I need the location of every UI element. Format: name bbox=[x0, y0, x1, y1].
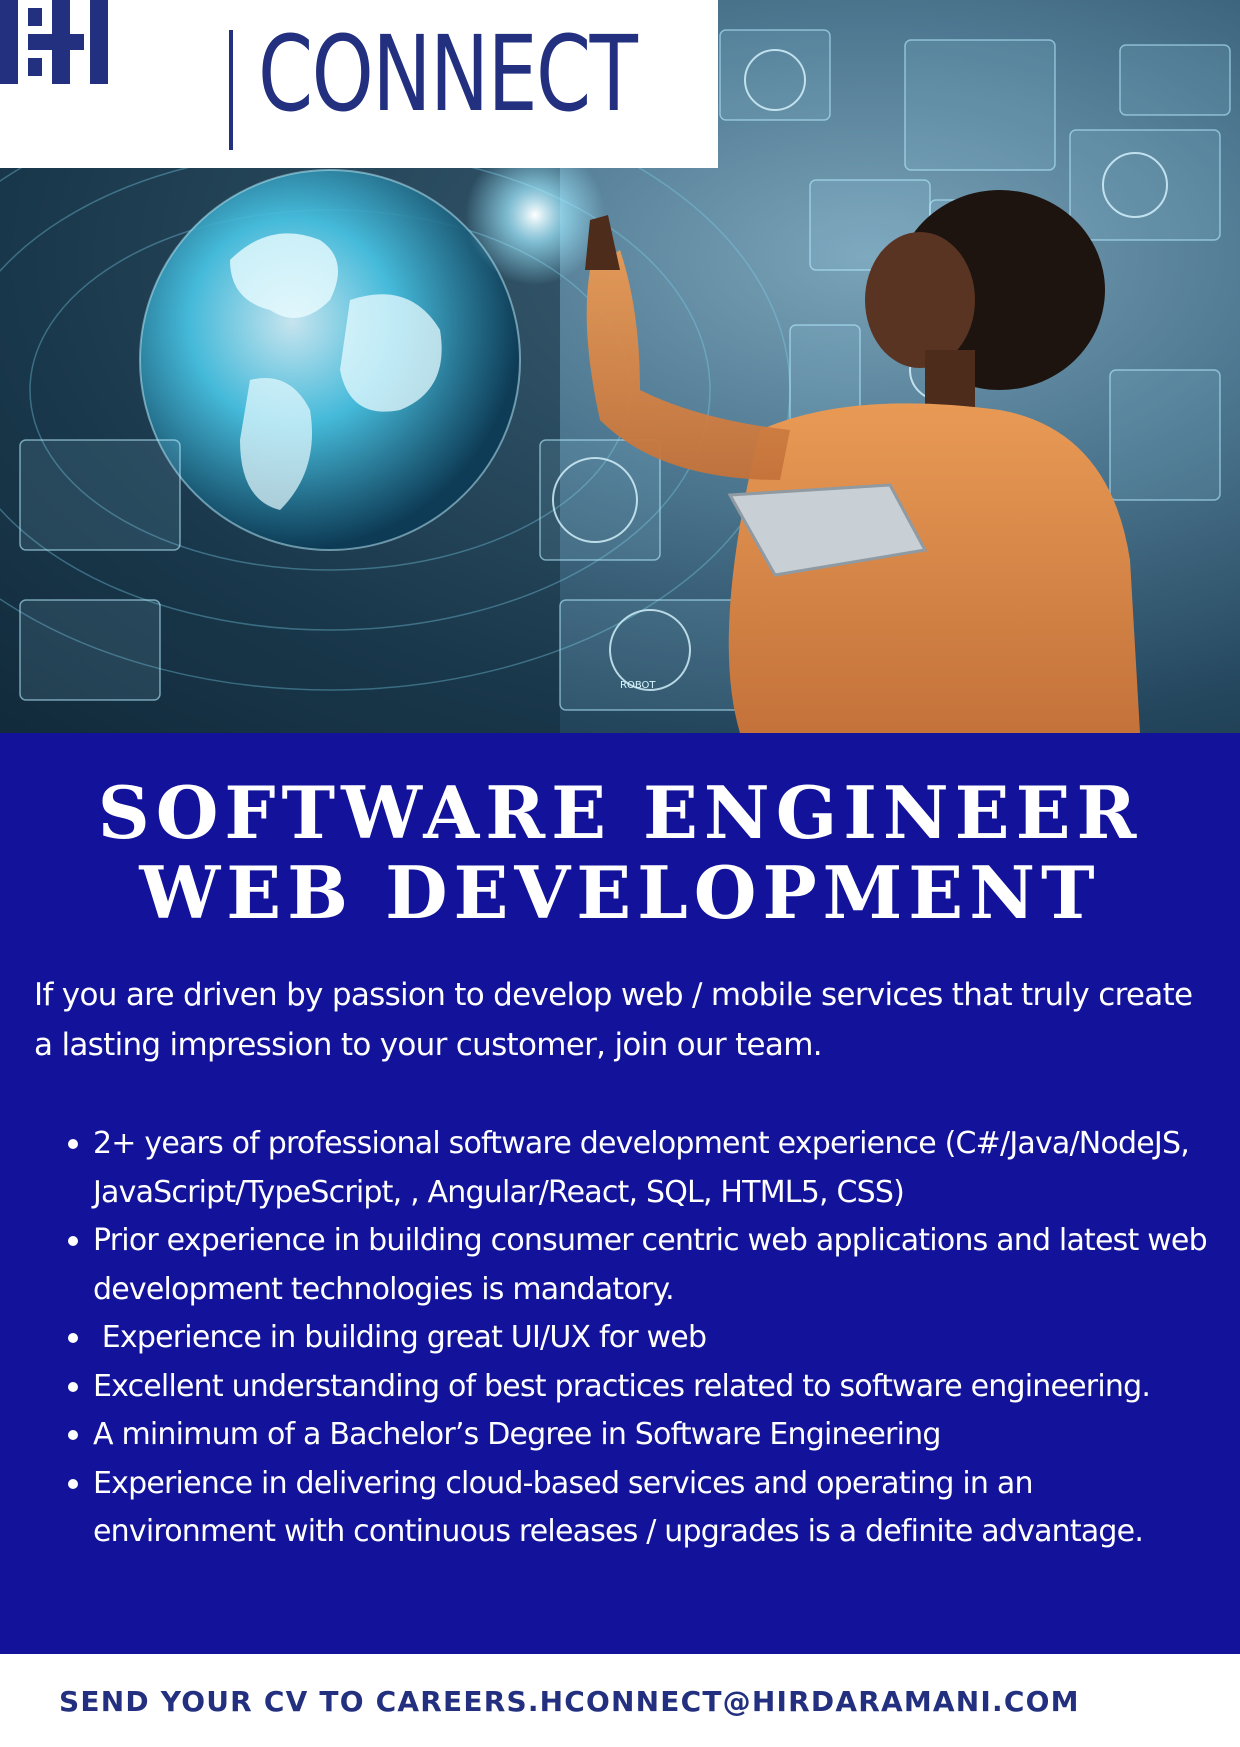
intro-paragraph: If you are driven by passion to develop … bbox=[34, 977, 1193, 1063]
footer: SEND YOUR CV TO CAREERS.HCONNECT@HIRDARA… bbox=[0, 1654, 1240, 1747]
job-poster: ROBOT CONNECT SOFTWARE ENGINEER WEB DEVE… bbox=[0, 0, 1240, 1747]
requirement-text: Experience in delivering cloud-based ser… bbox=[93, 1465, 1144, 1550]
job-details-panel: SOFTWARE ENGINEER WEB DEVELOPMENT If you… bbox=[0, 733, 1240, 1654]
requirement-item: Prior experience in building consumer ce… bbox=[0, 1217, 1240, 1314]
bullet-icon bbox=[68, 1139, 78, 1149]
requirements-list: 2+ years of professional software develo… bbox=[0, 1120, 1240, 1557]
requirement-item: Experience in delivering cloud-based ser… bbox=[0, 1460, 1240, 1557]
bullet-icon bbox=[68, 1381, 78, 1392]
bullet-icon bbox=[68, 1333, 78, 1343]
globe-graphic bbox=[139, 169, 521, 551]
requirement-text: A minimum of a Bachelor’s Degree in Soft… bbox=[93, 1417, 941, 1452]
bullet-icon bbox=[68, 1430, 78, 1440]
requirement-text: Excellent understanding of best practice… bbox=[93, 1368, 1151, 1404]
requirement-text: Experience in building great UI/UX for w… bbox=[93, 1320, 707, 1355]
hero-image: ROBOT CONNECT bbox=[0, 0, 1240, 733]
hi-logo-icon bbox=[0, 0, 108, 84]
logo-divider bbox=[229, 30, 233, 150]
logo-brand-text: CONNECT bbox=[258, 13, 638, 135]
hud-robot-label: ROBOT bbox=[620, 680, 656, 691]
bullet-icon bbox=[68, 1478, 78, 1489]
requirement-item: 2+ years of professional software develo… bbox=[0, 1120, 1240, 1217]
job-title-line-1: SOFTWARE ENGINEER bbox=[97, 770, 1143, 855]
requirement-text: 2+ years of professional software develo… bbox=[93, 1126, 1190, 1210]
job-title-line-2: WEB DEVELOPMENT bbox=[139, 850, 1101, 935]
send-cv-cta[interactable]: SEND YOUR CV TO CAREERS.HCONNECT@HIRDARA… bbox=[59, 1685, 1080, 1718]
requirement-item: Experience in building great UI/UX for w… bbox=[0, 1314, 1240, 1363]
requirement-item: Excellent understanding of best practice… bbox=[0, 1363, 1240, 1412]
bullet-icon bbox=[68, 1236, 78, 1246]
requirement-item: A minimum of a Bachelor’s Degree in Soft… bbox=[0, 1411, 1240, 1460]
logo-box: CONNECT bbox=[0, 0, 718, 168]
requirement-text: Prior experience in building consumer ce… bbox=[93, 1223, 1208, 1307]
job-title: SOFTWARE ENGINEER WEB DEVELOPMENT bbox=[0, 773, 1240, 933]
